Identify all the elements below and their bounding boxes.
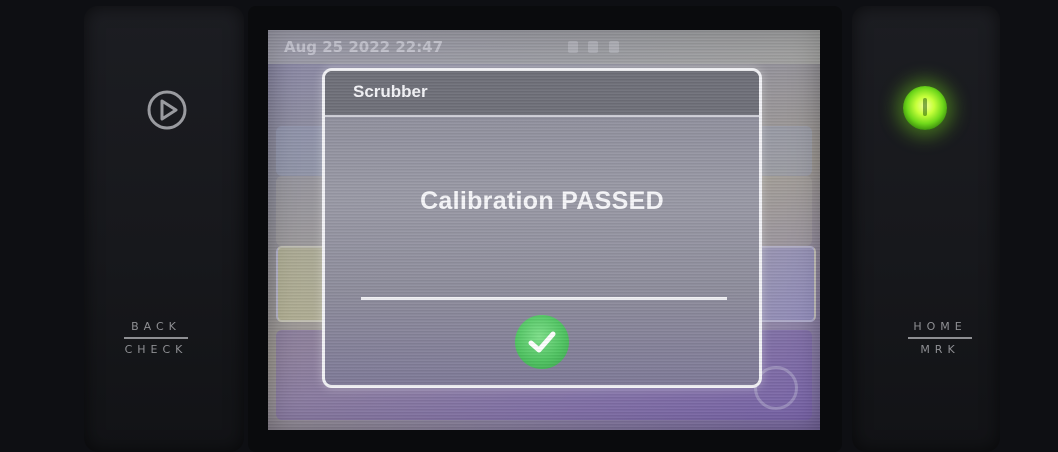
play-icon[interactable] — [146, 89, 188, 131]
status-icon — [568, 41, 578, 53]
status-bar: Aug 25 2022 22:47 — [268, 30, 820, 64]
right-key-panel — [852, 6, 1000, 452]
dialog-message: Calibration PASSED — [420, 187, 664, 215]
power-led-icon[interactable] — [903, 86, 947, 130]
mrk-label: MRK — [920, 343, 960, 356]
status-icons — [568, 40, 628, 54]
power-symbol — [923, 98, 927, 116]
dialog-title: Scrubber — [353, 82, 428, 101]
back-check-button[interactable]: BACK CHECK — [116, 318, 196, 358]
home-label: HOME — [913, 320, 967, 333]
dialog-header: Scrubber — [325, 71, 759, 117]
calibration-dialog: Scrubber Calibration PASSED — [322, 68, 762, 388]
status-icon — [608, 41, 619, 53]
key-divider — [908, 337, 972, 339]
back-label: BACK — [131, 320, 181, 333]
home-mrk-button[interactable]: HOME MRK — [900, 318, 980, 358]
left-key-panel — [84, 6, 244, 452]
check-icon — [528, 331, 556, 353]
dialog-divider — [361, 297, 727, 300]
lcd-screen: Aug 25 2022 22:47 Scrubber Calibration P… — [268, 30, 820, 430]
confirm-button[interactable] — [515, 315, 569, 369]
check-label: CHECK — [124, 343, 188, 356]
key-divider — [124, 337, 188, 339]
status-icon — [588, 41, 599, 53]
status-datetime: Aug 25 2022 22:47 — [284, 38, 444, 56]
